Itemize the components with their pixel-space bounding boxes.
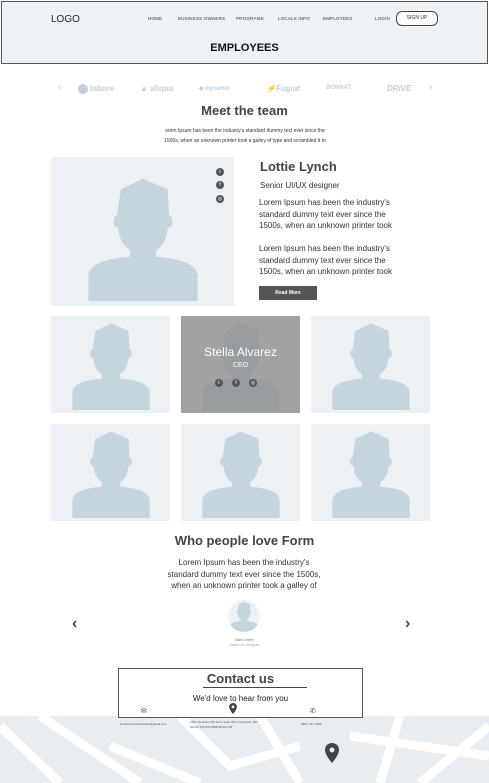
team-card[interactable] (311, 424, 430, 521)
testimonial-avatar (228, 600, 260, 632)
site-header: LOGO HOME BUSINESS OWNERS PROGRAMS LOCAL… (1, 1, 488, 64)
featured-name: Lottie Lynch (260, 159, 337, 174)
hover-member-role: CEO (232, 362, 249, 369)
twitter-icon[interactable]: t (215, 379, 223, 387)
team-intro: orem Ipsum has been the industry's stand… (164, 128, 326, 144)
person-silhouette-icon (331, 323, 410, 410)
brand-logo-labore: labore (78, 84, 114, 94)
phone-icon: ✆ (310, 708, 316, 715)
brand-logo-donnat: DONNAT (326, 85, 352, 91)
person-silhouette-icon (230, 601, 258, 632)
brands-next-icon[interactable]: › (429, 82, 432, 93)
testimonial-person-role: Senior UX designer (229, 643, 260, 647)
map-pin-icon (325, 743, 339, 763)
contact-card: Contact us We'd love to hear from you ✉ … (118, 668, 363, 718)
contact-email[interactable]: businessconsultantsllc@gmail.com (120, 722, 167, 726)
dribbble-icon[interactable]: ◎ (216, 195, 224, 203)
team-heading: Meet the team (201, 103, 288, 118)
hover-member-name: Stella Alvarez (204, 345, 277, 359)
testimonial-next-icon[interactable]: › (405, 615, 410, 633)
dribbble-icon[interactable]: ◎ (249, 379, 257, 387)
featured-bio-2: Lorem Ipsum has been the industry's stand… (259, 244, 392, 276)
nav-employees[interactable]: EMPLOYEES (323, 16, 353, 21)
team-card[interactable] (51, 316, 170, 413)
person-silhouette-icon (71, 431, 150, 518)
person-silhouette-icon (71, 323, 150, 410)
brand-logo-drive: DRIVE (387, 84, 412, 93)
read-more-button[interactable]: Read More (259, 286, 317, 300)
contact-heading: Contact us (206, 671, 275, 686)
brand-logo-aliqua: ▲ aliqua (140, 84, 174, 93)
person-silhouette-icon (331, 431, 410, 518)
person-silhouette-icon (87, 178, 198, 301)
signup-button[interactable]: SIGN UP (396, 11, 438, 26)
facebook-icon[interactable]: f (232, 379, 240, 387)
facebook-icon[interactable]: f (216, 181, 224, 189)
labore-mark-icon (78, 84, 88, 94)
team-card[interactable] (311, 316, 430, 413)
twitter-icon[interactable]: t (216, 168, 224, 176)
brand-logo-fugiat: ⚡Fugiat (266, 84, 300, 93)
testimonial-text: Lorem Ipsum has been the industry's stand… (167, 558, 321, 590)
testimonial-person-name: Mark Green (235, 638, 254, 642)
team-card-hovered[interactable]: Stella Alvarez CEO t f ◎ (181, 316, 300, 413)
location-icon (229, 703, 237, 716)
nav-programs[interactable]: PROGRAMS (236, 16, 264, 21)
nav-home[interactable]: HOME (148, 16, 162, 21)
featured-photo (51, 157, 234, 306)
featured-bio-1: Lorem Ipsum has been the industry's stand… (259, 198, 392, 230)
brands-prev-icon[interactable]: ‹ (58, 82, 61, 93)
team-card[interactable] (51, 424, 170, 521)
nav-login[interactable]: LOGIN (375, 16, 390, 21)
contact-address: 1801 Rosedal, MS Suite Suite 760, Columb… (190, 720, 258, 729)
featured-role: Senior UI/UX designer (260, 181, 340, 190)
person-silhouette-icon (201, 431, 280, 518)
team-card[interactable] (181, 424, 300, 521)
logo[interactable]: LOGO (51, 14, 80, 25)
testimonials-heading: Who people love Form (174, 533, 315, 548)
contact-phone[interactable]: (851) 737-7066 (301, 722, 322, 726)
nav-locals-info[interactable]: LOCALS INFO (278, 16, 310, 21)
brand-logo-dynamic: ◆ dynamic (199, 86, 230, 92)
email-icon: ✉ (141, 708, 147, 715)
nav-business-owners[interactable]: BUSINESS OWNERS (178, 16, 225, 21)
contact-divider (203, 687, 307, 688)
page-title: EMPLOYEES (210, 42, 279, 54)
testimonial-prev-icon[interactable]: ‹ (72, 615, 77, 633)
contact-subheading: We'd love to hear from you (192, 694, 289, 703)
